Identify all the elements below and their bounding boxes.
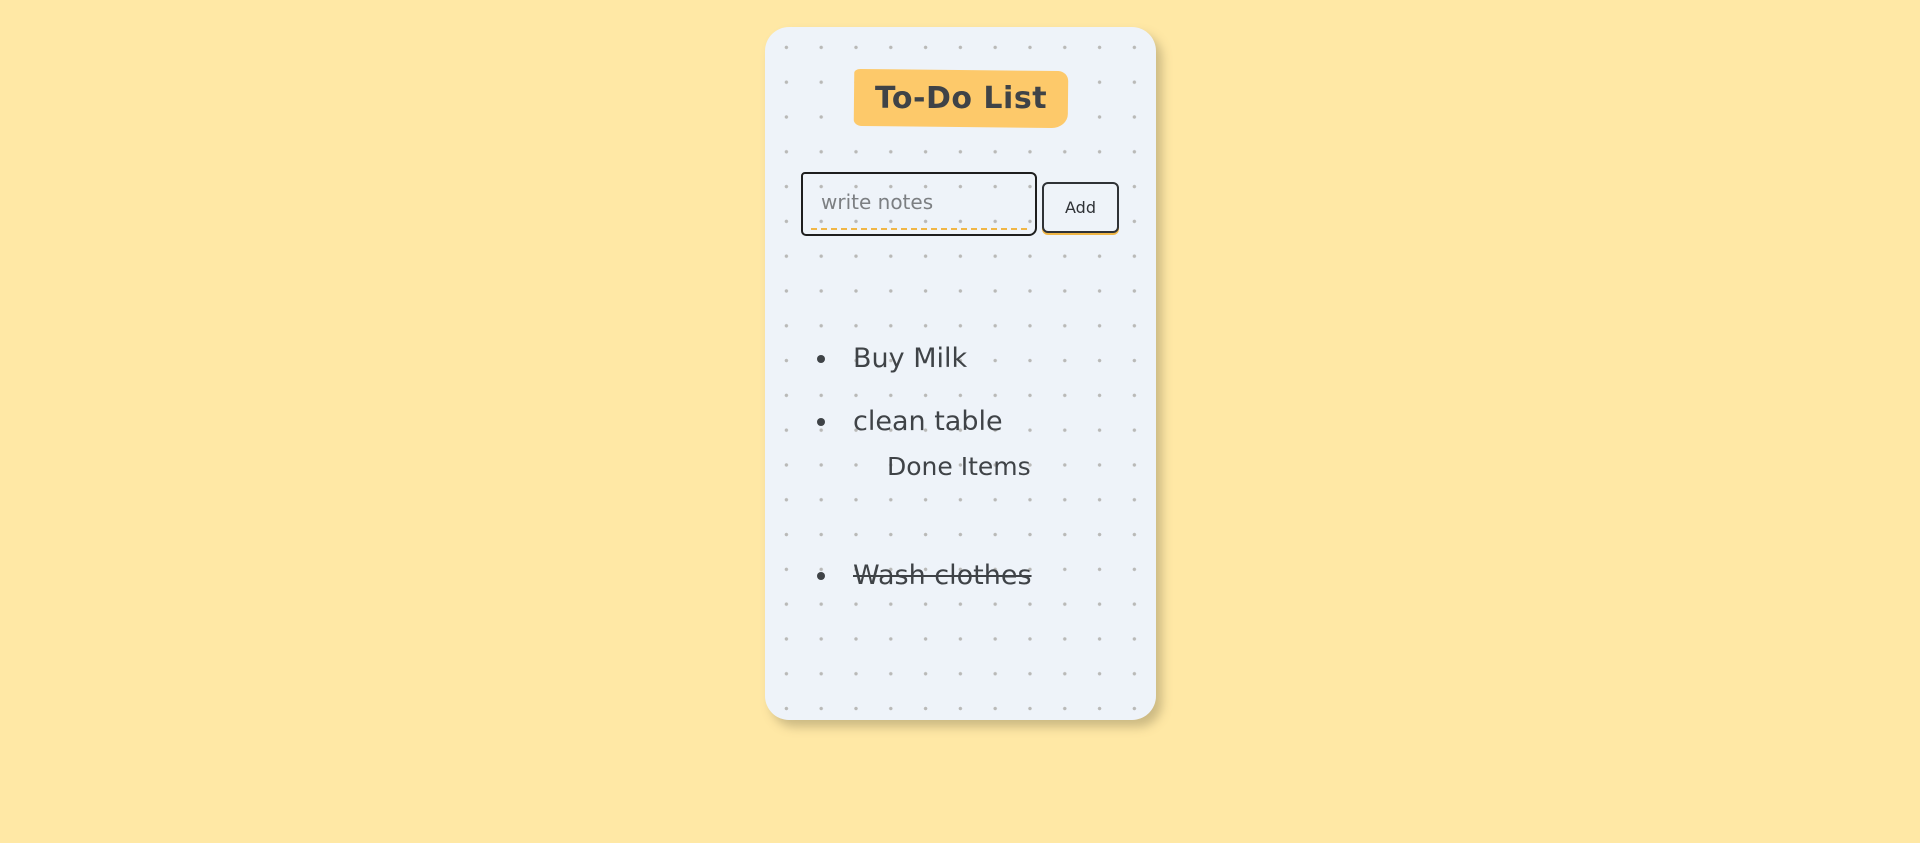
- done-items-heading: Done Items: [887, 452, 1031, 481]
- bullet-icon: [817, 571, 825, 580]
- todo-card: To-Do List Add Buy Milk clean table Done…: [765, 27, 1156, 720]
- note-input-wrapper: [801, 172, 1037, 236]
- bullet-icon: [817, 417, 825, 426]
- done-item-text[interactable]: Wash clothes: [853, 560, 1032, 591]
- todo-item-text[interactable]: Buy Milk: [853, 343, 967, 374]
- todo-item-text[interactable]: clean table: [853, 406, 1003, 437]
- page-title: To-Do List: [874, 81, 1048, 116]
- title-highlight: To-Do List: [853, 68, 1069, 129]
- note-input[interactable]: [803, 174, 1035, 234]
- bullet-icon: [817, 354, 825, 363]
- add-button[interactable]: Add: [1042, 182, 1119, 233]
